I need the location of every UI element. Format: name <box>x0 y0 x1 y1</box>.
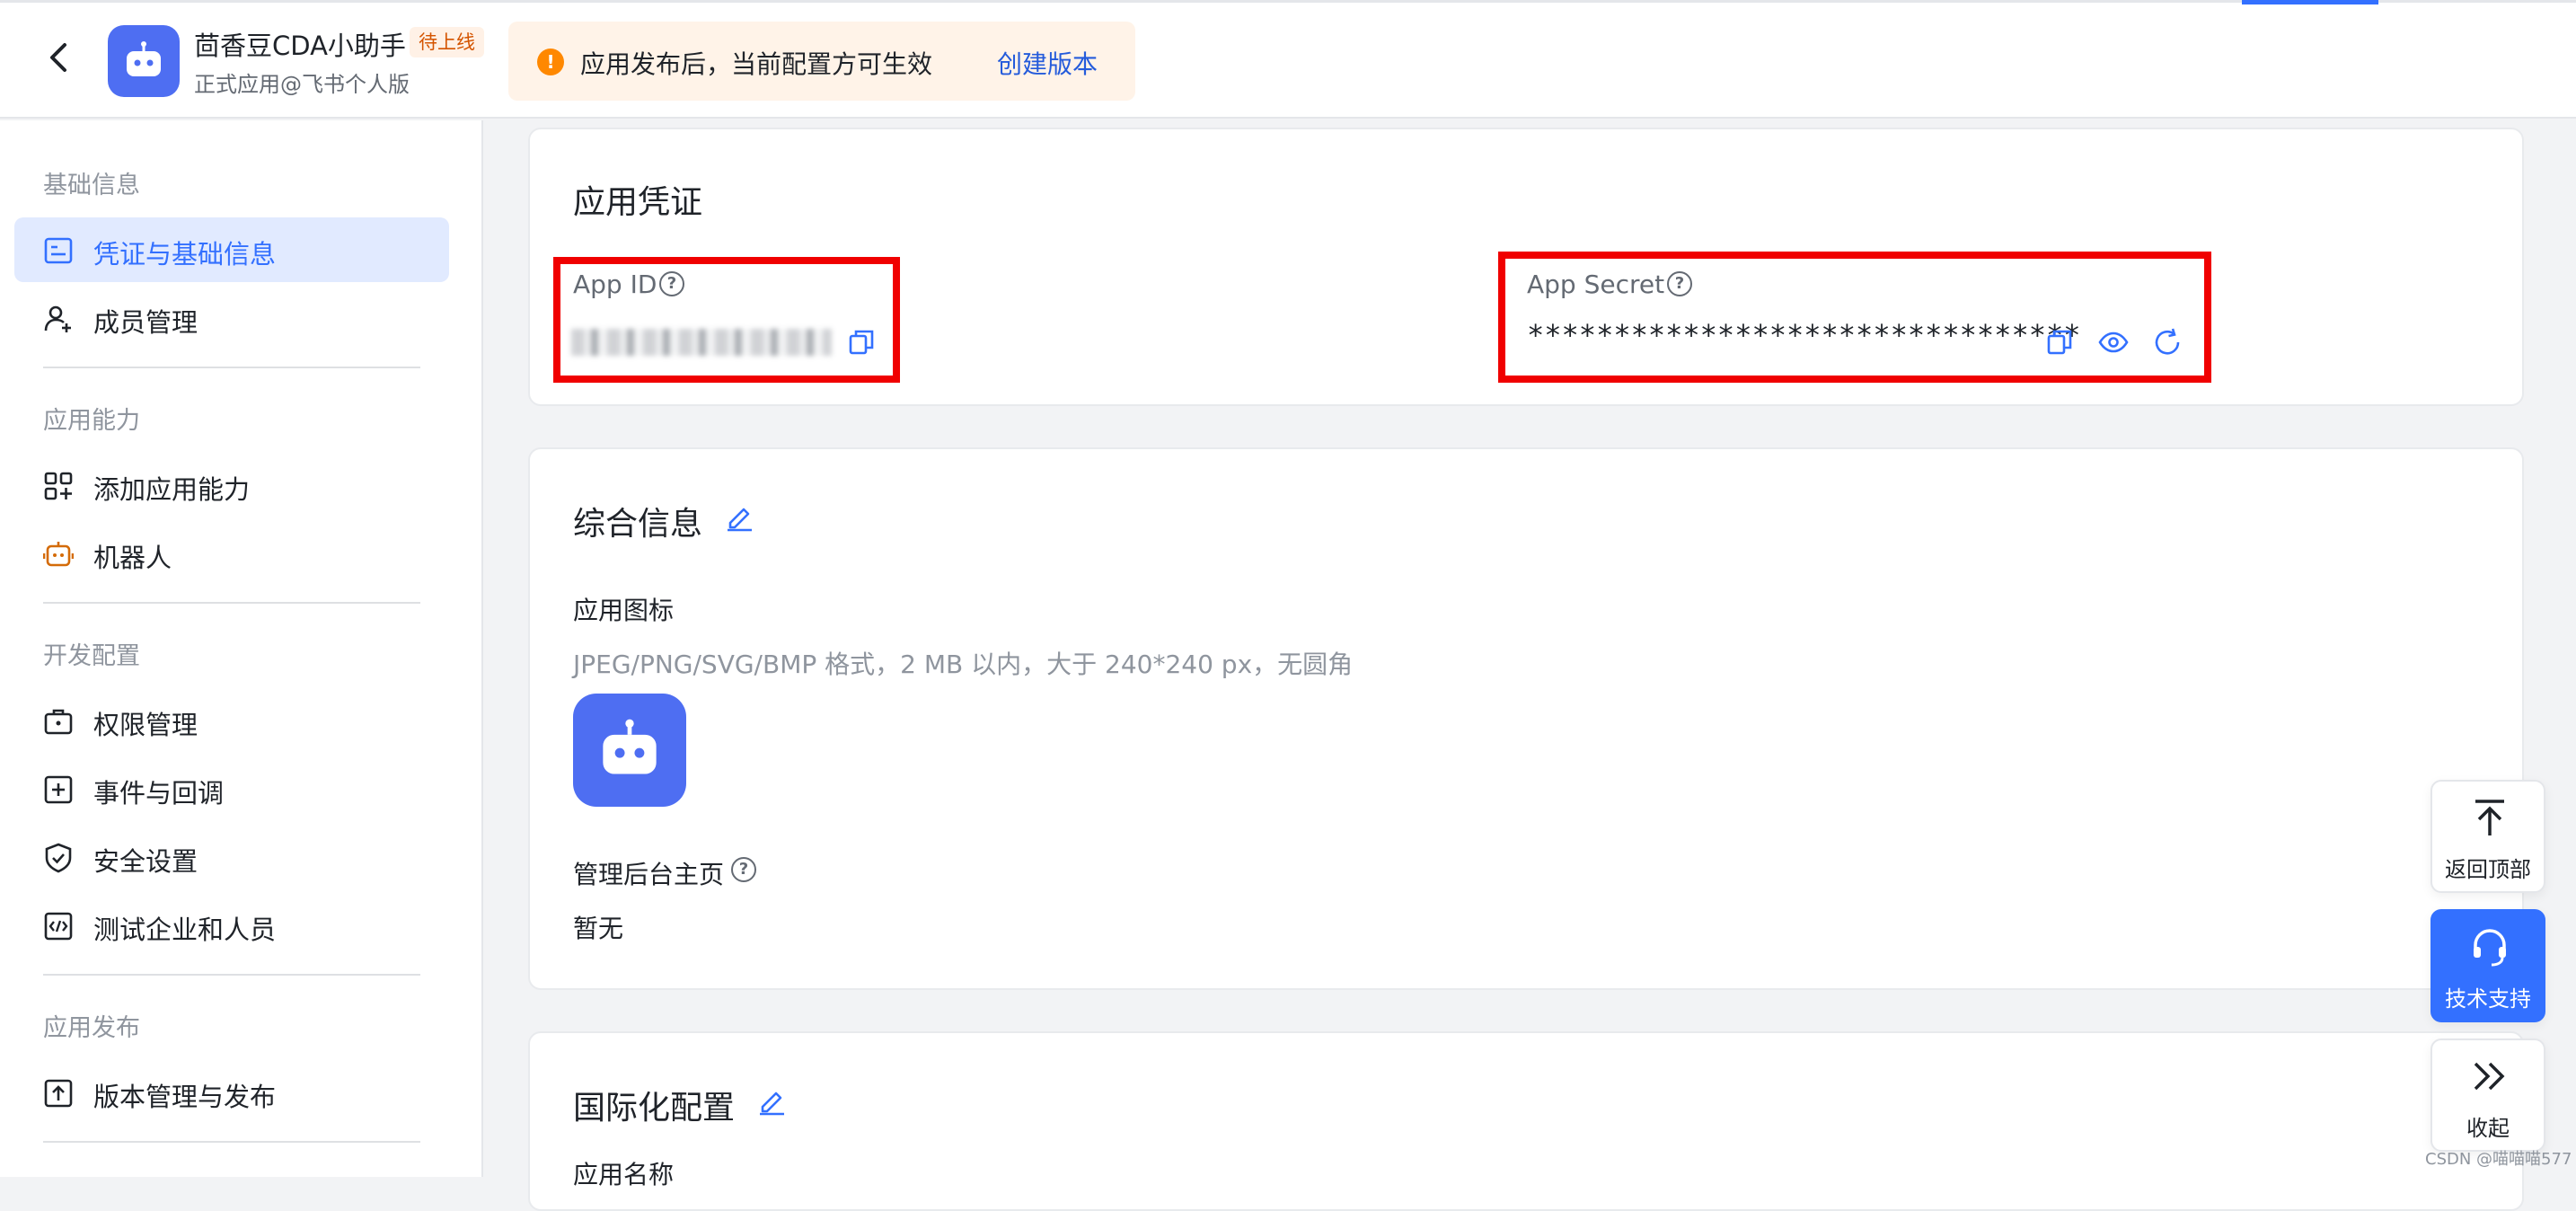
app-logo <box>108 25 180 97</box>
sidebar-item-test-org[interactable]: 测试企业和人员 <box>14 893 449 958</box>
robot-icon <box>43 542 74 567</box>
card-title: 国际化配置 <box>573 1090 736 1127</box>
collapse-label: 收起 <box>2466 1116 2510 1141</box>
grid-add-icon <box>44 472 73 500</box>
highlight-box-app-id <box>553 257 900 383</box>
robot-icon <box>603 719 657 774</box>
sidebar: 基础信息 凭证与基础信息 成员管理 应用能力 添加应用能力 机器人 开发配置 权… <box>0 120 483 1177</box>
back-to-top-label: 返回顶部 <box>2445 857 2531 882</box>
sidebar-item-label: 安全设置 <box>93 846 198 877</box>
credential-icon <box>44 237 73 264</box>
edit-icon[interactable] <box>724 501 754 532</box>
sidebar-divider <box>43 602 420 604</box>
sidebar-group-title: 开发配置 <box>43 642 140 670</box>
app-subtitle: 正式应用@飞书个人版 <box>194 72 410 97</box>
collapse-button[interactable]: 收起 <box>2430 1039 2545 1152</box>
briefcase-icon <box>44 709 73 735</box>
sidebar-item-events[interactable]: 事件与回调 <box>14 756 449 821</box>
sidebar-item-robot[interactable]: 机器人 <box>14 521 449 586</box>
sidebar-group-title: 基础信息 <box>43 172 140 199</box>
tech-support-button[interactable]: 技术支持 <box>2430 909 2545 1022</box>
sidebar-item-members[interactable]: 成员管理 <box>14 286 449 350</box>
back-to-top-button[interactable]: 返回顶部 <box>2430 780 2545 893</box>
sidebar-item-label: 权限管理 <box>93 710 198 740</box>
general-info-card: 综合信息 应用图标 JPEG/PNG/SVG/BMP 格式，2 MB 以内，大于… <box>528 447 2524 990</box>
help-icon[interactable]: ? <box>731 857 756 882</box>
code-icon <box>44 912 73 941</box>
arrow-up-icon <box>2475 800 2504 835</box>
active-tab-indicator <box>2242 0 2378 4</box>
headset-icon <box>2474 929 2506 967</box>
notice-text: 应用发布后，当前配置方可生效 <box>580 49 933 79</box>
shield-icon <box>45 843 72 873</box>
sidebar-divider <box>43 974 420 976</box>
card-title: 应用凭证 <box>573 184 703 221</box>
sidebar-item-credentials[interactable]: 凭证与基础信息 <box>14 217 449 282</box>
create-version-link[interactable]: 创建版本 <box>997 45 1098 81</box>
sidebar-item-label: 成员管理 <box>93 307 198 338</box>
warning-icon: ! <box>537 49 564 75</box>
robot-icon <box>127 41 161 76</box>
sidebar-item-label: 测试企业和人员 <box>93 915 277 945</box>
sidebar-item-label: 凭证与基础信息 <box>93 239 277 270</box>
app-name-label: 应用名称 <box>573 1160 675 1189</box>
user-add-icon <box>44 305 71 332</box>
sidebar-item-security[interactable]: 安全设置 <box>14 825 449 889</box>
status-badge: 待上线 <box>410 27 484 57</box>
tech-support-label: 技术支持 <box>2445 986 2531 1012</box>
highlight-box-app-secret <box>1498 252 2211 383</box>
sidebar-item-label: 版本管理与发布 <box>93 1082 277 1112</box>
sidebar-item-add-capability[interactable]: 添加应用能力 <box>14 453 449 517</box>
top-border <box>0 0 2576 3</box>
i18n-card: 国际化配置 应用名称 <box>528 1031 2524 1211</box>
card-title: 综合信息 <box>573 506 703 543</box>
sidebar-group-title: 应用发布 <box>43 1014 140 1042</box>
upload-icon <box>44 1079 73 1108</box>
app-icon-hint: JPEG/PNG/SVG/BMP 格式，2 MB 以内，大于 240*240 p… <box>573 650 1354 679</box>
sidebar-divider <box>43 1141 420 1143</box>
admin-home-value: 暂无 <box>573 914 624 943</box>
sidebar-group-title: 应用能力 <box>43 407 140 435</box>
sidebar-item-label: 事件与回调 <box>93 778 225 809</box>
sidebar-item-permissions[interactable]: 权限管理 <box>14 688 449 753</box>
sidebar-item-label: 添加应用能力 <box>93 474 251 505</box>
edit-icon[interactable] <box>756 1085 787 1116</box>
publish-notice: ! 应用发布后，当前配置方可生效 创建版本 <box>508 22 1135 101</box>
watermark: CSDN @喵喵喵577 <box>2425 1150 2572 1169</box>
credentials-card: 应用凭证 App ID ? App Secret ? *************… <box>528 128 2524 406</box>
sidebar-divider <box>43 367 420 368</box>
app-name: 茴香豆CDA小助手 <box>194 31 406 61</box>
app-icon-image[interactable] <box>573 694 686 807</box>
admin-home-label: 管理后台主页 <box>573 860 725 889</box>
app-icon-label: 应用图标 <box>573 596 675 625</box>
sidebar-item-label: 机器人 <box>93 543 172 573</box>
top-bar: 茴香豆CDA小助手 待上线 正式应用@飞书个人版 ! 应用发布后，当前配置方可生… <box>0 0 2576 119</box>
chevron-left-icon <box>50 43 66 72</box>
double-chevron-right-icon <box>2474 1062 2505 1091</box>
back-button[interactable] <box>40 38 79 77</box>
event-icon <box>44 775 73 804</box>
sidebar-item-versions[interactable]: 版本管理与发布 <box>14 1060 449 1125</box>
